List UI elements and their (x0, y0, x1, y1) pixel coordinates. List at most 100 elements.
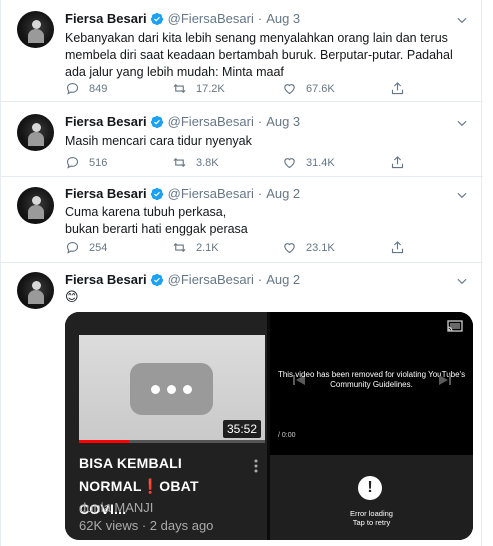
reply-button[interactable]: 254 (65, 240, 107, 255)
tweet-header: Fiersa Besari @FiersaBesari · Aug 2 (65, 186, 300, 201)
reply-icon (66, 156, 79, 169)
skip-next-icon[interactable] (438, 374, 452, 386)
verified-badge-icon (150, 115, 163, 128)
separator: · (257, 114, 263, 129)
tweet-emoji: 😊 (65, 289, 79, 304)
share-icon (391, 156, 404, 169)
author-name[interactable]: Fiersa Besari (65, 114, 147, 129)
like-count: 23.1K (306, 241, 335, 254)
watch-progress-bar (79, 440, 265, 443)
exclamation-icon: ❗ (141, 478, 160, 494)
separator: · (257, 11, 263, 26)
separator: · (257, 272, 263, 287)
tweet-text: Kebanyakan dari kita lebih senang menyal… (65, 31, 453, 79)
retweet-button[interactable]: 17.2K (172, 81, 225, 96)
tweet-header: Fiersa Besari @FiersaBesari · Aug 2 (65, 272, 300, 287)
tweet-actions: 849 17.2K 67.6K (65, 81, 425, 97)
retweet-count: 17.2K (196, 82, 225, 95)
like-button[interactable]: 67.6K (282, 81, 335, 96)
author-name[interactable]: Fiersa Besari (65, 186, 147, 201)
tweet[interactable]: Fiersa Besari @FiersaBesari · Aug 3 Masi… (1, 102, 483, 177)
video-player[interactable]: This video has been removed for violatin… (270, 312, 473, 540)
more-options-icon[interactable] (251, 458, 261, 474)
video-placeholder-icon (130, 363, 213, 415)
verified-badge-icon (150, 12, 163, 25)
reply-icon (66, 82, 79, 95)
retweet-icon (173, 157, 186, 168)
video-duration: 35:52 (222, 420, 261, 438)
chevron-down-icon[interactable] (455, 116, 469, 130)
tweet-header: Fiersa Besari @FiersaBesari · Aug 3 (65, 114, 300, 129)
watch-progress-fill (79, 440, 130, 443)
author-handle[interactable]: @FiersaBesari (168, 11, 254, 26)
reply-count: 849 (89, 82, 108, 95)
share-button[interactable] (390, 240, 405, 255)
video-meta: 62K views · 2 days ago (79, 518, 214, 533)
error-text[interactable]: Error loading Tap to retry (270, 509, 473, 527)
like-button[interactable]: 23.1K (282, 240, 335, 255)
reply-button[interactable]: 516 (65, 155, 107, 170)
chevron-down-icon[interactable] (455, 13, 469, 27)
time-readout: / 0:00 (278, 432, 296, 439)
author-handle[interactable]: @FiersaBesari (168, 114, 254, 129)
avatar[interactable] (17, 11, 54, 48)
tweet-text: Masih mencari cara tidur nyenyak (65, 134, 252, 148)
tweet-actions: 254 2.1K 23.1K (65, 240, 425, 256)
like-button[interactable]: 31.4K (282, 155, 335, 170)
tweet[interactable]: Fiersa Besari @FiersaBesari · Aug 2 Cuma… (1, 177, 483, 263)
tweet-actions: 516 3.8K 31.4K (65, 155, 425, 171)
share-button[interactable] (390, 155, 405, 170)
video-thumbnail[interactable]: 35:52 (79, 335, 265, 443)
retweet-icon (173, 242, 186, 253)
reply-count: 516 (89, 156, 108, 169)
error-icon: ! (358, 476, 382, 500)
retweet-button[interactable]: 2.1K (172, 240, 219, 255)
error-line: Tap to retry (352, 518, 391, 527)
author-handle[interactable]: @FiersaBesari (168, 186, 254, 201)
retweet-button[interactable]: 3.8K (172, 155, 219, 170)
avatar[interactable] (17, 114, 54, 151)
author-handle[interactable]: @FiersaBesari (168, 272, 254, 287)
tweet-text-line: Cuma karena tubuh perkasa, (65, 205, 227, 219)
separator: · (257, 186, 263, 201)
author-name[interactable]: Fiersa Besari (65, 11, 147, 26)
like-count: 67.6K (306, 82, 335, 95)
channel-name[interactable]: dunia MANJI (79, 500, 153, 515)
retweet-count: 3.8K (196, 156, 219, 169)
avatar[interactable] (17, 187, 54, 224)
tweet-date[interactable]: Aug 3 (266, 114, 300, 129)
reply-button[interactable]: 849 (65, 81, 107, 96)
video-title-line: BISA KEMBALI (79, 455, 182, 471)
chevron-down-icon[interactable] (455, 274, 469, 288)
tweet-header: Fiersa Besari @FiersaBesari · Aug 3 (65, 11, 300, 26)
retweet-icon (173, 83, 186, 94)
chevron-down-icon[interactable] (455, 188, 469, 202)
verified-badge-icon (150, 187, 163, 200)
error-line: Error loading (350, 509, 393, 518)
youtube-preview[interactable]: 35:52 BISA KEMBALI NORMAL❗OBAT COVI... d… (65, 312, 267, 540)
retweet-count: 2.1K (196, 241, 219, 254)
verified-badge-icon (150, 273, 163, 286)
reply-count: 254 (89, 241, 108, 254)
tweet-text: Cuma karena tubuh perkasa, bukan berarti… (65, 204, 470, 238)
share-button[interactable] (390, 81, 405, 96)
heart-icon (284, 158, 295, 169)
tweet-text-line: bukan berarti hati enggak perasa (65, 222, 248, 236)
like-count: 31.4K (306, 156, 335, 169)
reply-icon (66, 241, 79, 254)
tweet-date[interactable]: Aug 2 (266, 272, 300, 287)
timeline: Fiersa Besari @FiersaBesari · Aug 3 Keba… (0, 0, 483, 546)
cast-icon[interactable] (447, 320, 463, 332)
heart-icon (284, 84, 295, 95)
tweet-date[interactable]: Aug 3 (266, 11, 300, 26)
title-text: NORMAL (79, 478, 142, 494)
avatar[interactable] (17, 272, 54, 309)
tweet-date[interactable]: Aug 2 (266, 186, 300, 201)
media-card[interactable]: 35:52 BISA KEMBALI NORMAL❗OBAT COVI... d… (65, 312, 473, 540)
author-name[interactable]: Fiersa Besari (65, 272, 147, 287)
heart-icon (284, 243, 295, 254)
error-panel[interactable]: ! Error loading Tap to retry (270, 455, 473, 540)
share-icon (391, 82, 404, 95)
tweet[interactable]: Fiersa Besari @FiersaBesari · Aug 3 Keba… (1, 0, 483, 102)
share-icon (391, 241, 404, 254)
